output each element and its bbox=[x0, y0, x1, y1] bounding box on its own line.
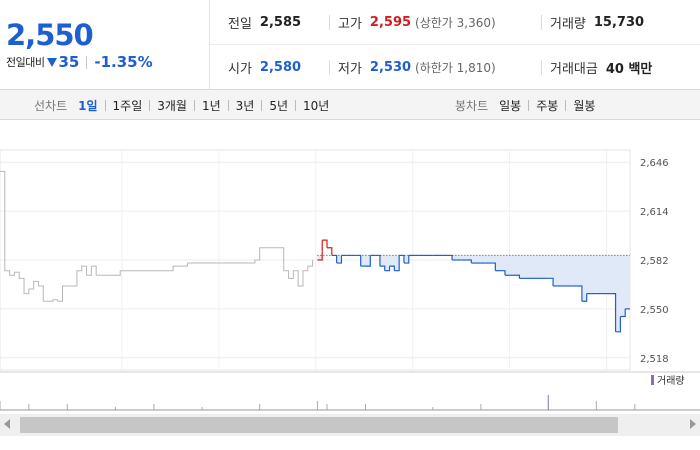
amount-value: 40 백만 bbox=[605, 62, 653, 77]
volume-cell: 거래량 15,730 bbox=[550, 0, 700, 45]
period-divider bbox=[295, 99, 297, 111]
high-value: 2,595 bbox=[369, 15, 412, 30]
period-divider bbox=[149, 99, 151, 111]
scroll-right-icon[interactable] bbox=[690, 419, 696, 429]
y-axis-tick-label: 2,646 bbox=[640, 158, 669, 169]
candle-chart-periods: 봉차트 일봉 주봉 월봉 bbox=[455, 90, 595, 120]
open-value: 2,580 bbox=[259, 60, 302, 75]
period-divider bbox=[104, 99, 106, 111]
period-divider bbox=[193, 99, 195, 111]
volume-legend-label: 거래량 bbox=[657, 375, 685, 387]
volume-value: 15,730 bbox=[593, 15, 645, 30]
prev-close-label: 전일 bbox=[228, 17, 252, 32]
period-divider bbox=[528, 99, 530, 111]
line-chart-periods: 선차트 1일 1주일 3개월 1년 3년 5년 10년 bbox=[34, 90, 329, 120]
prev-close-cell: 전일 2,585 bbox=[228, 0, 328, 45]
open-cell: 시가 2,580 bbox=[228, 45, 328, 90]
period-divider bbox=[227, 99, 229, 111]
period-10y-button[interactable]: 10년 bbox=[303, 97, 329, 114]
volume-label: 거래량 bbox=[550, 17, 586, 32]
column-divider bbox=[541, 60, 542, 75]
y-axis-tick-label: 2,550 bbox=[640, 305, 669, 316]
chart-scrollbar[interactable] bbox=[0, 414, 700, 436]
scroll-left-icon[interactable] bbox=[4, 419, 10, 429]
candle-weekly-button[interactable]: 주봉 bbox=[536, 97, 558, 114]
period-3y-button[interactable]: 3년 bbox=[236, 97, 255, 114]
column-divider bbox=[329, 60, 330, 75]
y-axis-tick-label: 2,614 bbox=[640, 207, 669, 218]
lower-limit: (하한가 1,810) bbox=[415, 61, 496, 75]
line-chart-label: 선차트 bbox=[34, 98, 68, 113]
period-1d-button[interactable]: 1일 bbox=[78, 97, 97, 114]
volume-legend-swatch bbox=[651, 375, 654, 385]
stock-summary: 2,550 전일대비 35 -1.35% 전일 2,585 시가 2,580 고… bbox=[0, 0, 700, 90]
candle-monthly-button[interactable]: 월봉 bbox=[573, 97, 595, 114]
period-5y-button[interactable]: 5년 bbox=[269, 97, 288, 114]
low-cell: 저가 2,530 (하한가 1,810) bbox=[338, 45, 538, 90]
y-axis-tick-label: 2,518 bbox=[640, 354, 669, 365]
high-label: 고가 bbox=[338, 17, 362, 32]
period-divider bbox=[261, 99, 263, 111]
column-divider bbox=[541, 15, 542, 30]
open-label: 시가 bbox=[228, 62, 252, 77]
low-label: 저가 bbox=[338, 62, 362, 77]
candle-chart-label: 봉차트 bbox=[455, 98, 489, 113]
price-chart-svg: 2,646 2,614 2,582 2,550 2,518 거래량 bbox=[0, 149, 700, 411]
column-divider bbox=[329, 15, 330, 30]
amount-label: 거래대금 bbox=[550, 62, 598, 77]
period-1y-button[interactable]: 1년 bbox=[202, 97, 221, 114]
y-axis-tick-label: 2,582 bbox=[640, 256, 669, 267]
chart-period-toolbar: 선차트 1일 1주일 3개월 1년 3년 5년 10년 봉차트 일봉 주봉 월봉 bbox=[0, 90, 700, 120]
upper-limit: (상한가 3,360) bbox=[415, 16, 496, 30]
high-cell: 고가 2,595 (상한가 3,360) bbox=[338, 0, 538, 45]
prev-close-value: 2,585 bbox=[259, 15, 302, 30]
amount-cell: 거래대금 40 백만 bbox=[550, 45, 700, 90]
period-divider bbox=[565, 99, 567, 111]
low-value: 2,530 bbox=[369, 60, 412, 75]
quote-info: 전일 2,585 시가 2,580 고가 2,595 (상한가 3,360) 저… bbox=[0, 0, 700, 90]
price-chart[interactable]: 2,646 2,614 2,582 2,550 2,518 거래량 bbox=[0, 120, 700, 450]
candle-daily-button[interactable]: 일봉 bbox=[499, 97, 521, 114]
period-3m-button[interactable]: 3개월 bbox=[157, 97, 187, 114]
scroll-thumb[interactable] bbox=[20, 417, 618, 433]
period-1w-button[interactable]: 1주일 bbox=[113, 97, 143, 114]
